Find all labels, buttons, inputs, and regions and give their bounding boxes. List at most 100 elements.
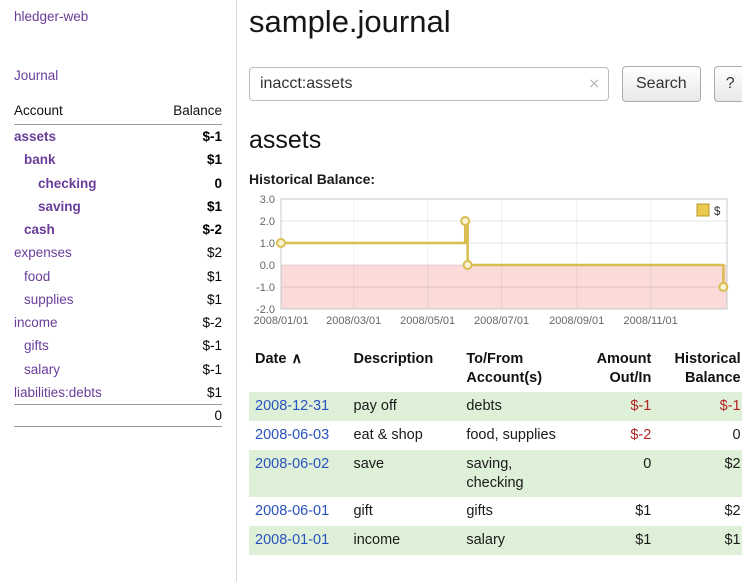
transaction-accounts: salary xyxy=(460,526,579,555)
transaction-date-link[interactable]: 2008-12-31 xyxy=(255,398,329,414)
account-link[interactable]: cash xyxy=(14,221,55,238)
account-link[interactable]: salary xyxy=(14,361,60,378)
balance-chart: 3.02.01.00.0-1.0-2.02008/01/012008/03/01… xyxy=(249,191,733,333)
svg-text:3.0: 3.0 xyxy=(260,194,275,206)
accounts-header-balance: Balance xyxy=(148,100,222,125)
amount-header-line1: Amount xyxy=(597,351,652,367)
column-header-amount: Amount Out/In xyxy=(579,348,657,392)
account-row: salary $-1 xyxy=(14,358,222,381)
account-link[interactable]: income xyxy=(14,314,58,331)
svg-text:1.0: 1.0 xyxy=(260,238,275,250)
svg-text:2.0: 2.0 xyxy=(260,216,275,228)
date-header-label: Date xyxy=(255,351,286,367)
transaction-date-link[interactable]: 2008-06-02 xyxy=(255,456,329,472)
transaction-amount: 0 xyxy=(579,450,657,498)
page: hledger-web Journal Account Balance asse… xyxy=(0,0,742,582)
account-link[interactable]: liabilities:debts xyxy=(14,384,102,401)
search-box: ✕ xyxy=(249,67,609,101)
app-title-link[interactable]: hledger-web xyxy=(14,9,222,24)
column-header-accounts: To/From Account(s) xyxy=(460,348,579,392)
account-balance: $1 xyxy=(148,195,222,218)
svg-text:2008/07/01: 2008/07/01 xyxy=(474,315,529,327)
account-balance: $2 xyxy=(148,241,222,264)
account-heading: assets xyxy=(249,126,742,155)
transaction-accounts: saving, checking xyxy=(460,450,579,498)
search-input[interactable] xyxy=(249,67,609,101)
transaction-date-link[interactable]: 2008-06-03 xyxy=(255,427,329,443)
svg-text:$: $ xyxy=(714,206,721,218)
account-row: income $-2 xyxy=(14,311,222,334)
svg-text:2008/03/01: 2008/03/01 xyxy=(326,315,381,327)
account-balance: $-2 xyxy=(148,218,222,241)
clear-search-icon[interactable]: ✕ xyxy=(588,76,600,93)
accounts-body: assets$-1bank$1checking0saving$1cash$-2e… xyxy=(14,125,222,405)
svg-text:0.0: 0.0 xyxy=(260,260,275,272)
account-row: assets $-1 xyxy=(14,125,222,149)
sort-ascending-icon: ∧ xyxy=(291,351,302,367)
transaction-date-link[interactable]: 2008-01-01 xyxy=(255,532,329,548)
transaction-description: gift xyxy=(347,497,460,526)
account-row: saving $1 xyxy=(14,195,222,218)
accounts-total-row: 0 xyxy=(14,405,222,427)
transaction-accounts: debts xyxy=(460,392,579,421)
account-link[interactable]: assets xyxy=(14,128,56,145)
register-table: Date∧ Description To/From Account(s) Amo… xyxy=(249,348,742,555)
account-balance: $1 xyxy=(148,381,222,405)
column-header-date[interactable]: Date ∧ xyxy=(249,348,347,392)
account-link[interactable]: expenses xyxy=(14,244,72,261)
balance-header-line2: Balance xyxy=(685,370,741,386)
account-row: bank $1 xyxy=(14,148,222,171)
account-row: gifts$-1 xyxy=(14,334,222,357)
svg-text:2008/01/01: 2008/01/01 xyxy=(253,315,308,327)
chart-title: Historical Balance: xyxy=(249,171,742,187)
account-row: expenses $2 xyxy=(14,241,222,264)
transaction-amount: $-1 xyxy=(579,392,657,421)
register-row[interactable]: 2008-06-03eat & shopfood, supplies$-20 xyxy=(249,421,742,450)
accounts-header-line1: To/From xyxy=(466,351,523,367)
account-row: cash $-2 xyxy=(14,218,222,241)
register-row[interactable]: 2008-06-02savesaving, checking0$2 xyxy=(249,450,742,498)
transaction-accounts: gifts xyxy=(460,497,579,526)
transaction-amount: $1 xyxy=(579,526,657,555)
register-row[interactable]: 2008-12-31pay offdebts$-1$-1 xyxy=(249,392,742,421)
transaction-description: pay off xyxy=(347,392,460,421)
balance-header-line1: Historical xyxy=(675,351,741,367)
account-link[interactable]: bank xyxy=(14,151,56,168)
account-balance: $1 xyxy=(148,148,222,171)
sidebar: hledger-web Journal Account Balance asse… xyxy=(0,0,237,582)
register-body: 2008-12-31pay offdebts$-1$-12008-06-03ea… xyxy=(249,392,742,555)
transaction-description: income xyxy=(347,526,460,555)
account-balance: $-1 xyxy=(148,358,222,381)
account-balance: $-1 xyxy=(148,125,222,149)
register-row[interactable]: 2008-01-01incomesalary$1$1 xyxy=(249,526,742,555)
register-header-row: Date∧ Description To/From Account(s) Amo… xyxy=(249,348,742,392)
svg-text:2008/09/01: 2008/09/01 xyxy=(549,315,604,327)
transaction-description: save xyxy=(347,450,460,498)
transaction-date-link[interactable]: 2008-06-01 xyxy=(255,503,329,519)
transaction-accounts: food, supplies xyxy=(460,421,579,450)
accounts-table: Account Balance assets$-1bank$1checking0… xyxy=(14,100,222,427)
account-balance: $-2 xyxy=(148,311,222,334)
account-link[interactable]: checking xyxy=(14,175,97,192)
transaction-amount: $-2 xyxy=(579,421,657,450)
transaction-amount: $1 xyxy=(579,497,657,526)
account-row: food$1 xyxy=(14,265,222,288)
column-header-balance: Historical Balance xyxy=(657,348,742,392)
search-button[interactable]: Search xyxy=(622,66,701,102)
account-link[interactable]: saving xyxy=(14,198,81,215)
main-content: sample.journal ✕ Search ? assets Histori… xyxy=(237,0,742,582)
account-link[interactable]: supplies xyxy=(14,291,74,308)
account-balance: $1 xyxy=(148,288,222,311)
amount-header-line2: Out/In xyxy=(609,370,651,386)
account-row: liabilities:debts $1 xyxy=(14,381,222,405)
account-row: supplies $1 xyxy=(14,288,222,311)
svg-text:2008/11/01: 2008/11/01 xyxy=(624,315,678,327)
register-row[interactable]: 2008-06-01giftgifts$1$2 xyxy=(249,497,742,526)
nav-journal-link[interactable]: Journal xyxy=(14,68,222,83)
search-row: ✕ Search ? xyxy=(249,66,742,102)
page-title: sample.journal xyxy=(249,4,742,40)
account-link[interactable]: food xyxy=(14,268,50,285)
account-link[interactable]: gifts xyxy=(14,337,49,354)
accounts-total-value: 0 xyxy=(148,405,222,427)
help-button[interactable]: ? xyxy=(714,66,742,102)
